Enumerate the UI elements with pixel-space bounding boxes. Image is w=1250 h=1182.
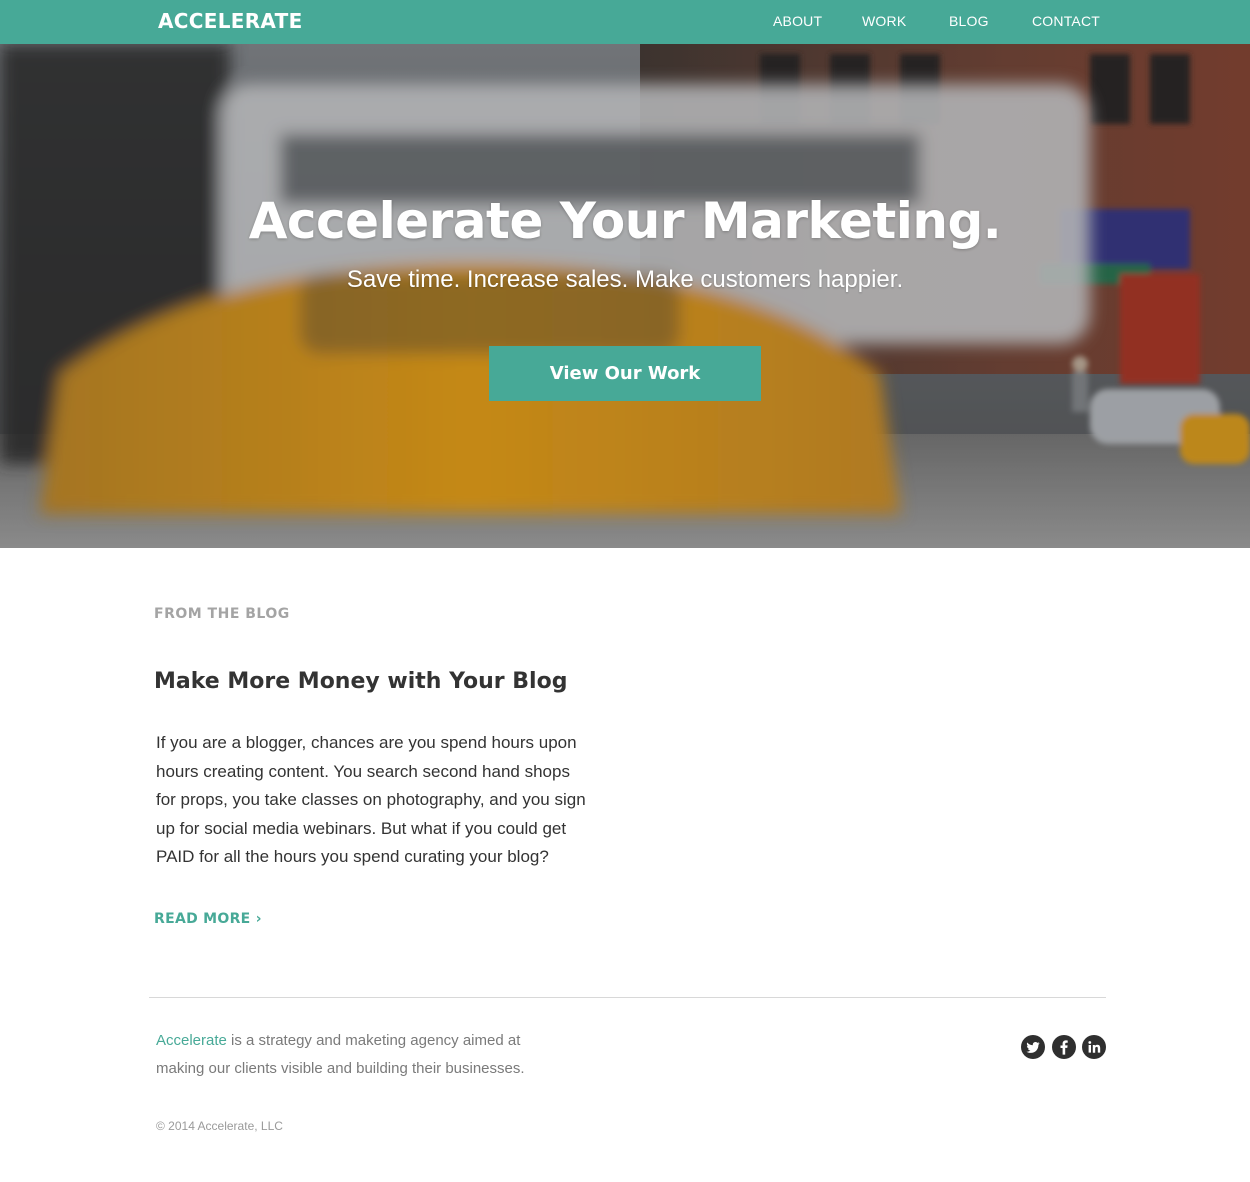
copyright: © 2014 Accelerate, LLC <box>156 1119 283 1133</box>
twitter-icon[interactable] <box>1021 1035 1045 1059</box>
hero-banner: Accelerate Your Marketing. Save time. In… <box>0 44 1250 548</box>
read-more-link[interactable]: READ MORE › <box>154 911 262 927</box>
view-our-work-button[interactable]: View Our Work <box>489 346 761 401</box>
footer-brand-link[interactable]: Accelerate <box>156 1032 227 1049</box>
blog-post-excerpt: If you are a blogger, chances are you sp… <box>156 733 586 866</box>
facebook-icon[interactable] <box>1052 1035 1076 1059</box>
top-nav-bar: ACCELERATE ABOUT WORK BLOG CONTACT <box>0 0 1250 44</box>
nav-link-about[interactable]: ABOUT <box>773 13 822 29</box>
hero-subtitle: Save time. Increase sales. Make customer… <box>346 266 904 293</box>
section-label: FROM THE BLOG <box>154 606 290 622</box>
blog-post-title[interactable]: Make More Money with Your Blog <box>154 669 567 694</box>
linkedin-icon[interactable] <box>1082 1035 1106 1059</box>
nav-link-contact[interactable]: CONTACT <box>1032 13 1100 29</box>
nav-link-blog[interactable]: BLOG <box>949 13 989 29</box>
hero-title: Accelerate Your Marketing. <box>248 192 1002 250</box>
logo[interactable]: ACCELERATE <box>158 9 303 33</box>
footer-divider <box>149 997 1106 998</box>
hero-overlay <box>0 44 1250 548</box>
nav-link-work[interactable]: WORK <box>862 13 906 29</box>
footer-about-text: Accelerate is a strategy and maketing ag… <box>156 1027 566 1083</box>
